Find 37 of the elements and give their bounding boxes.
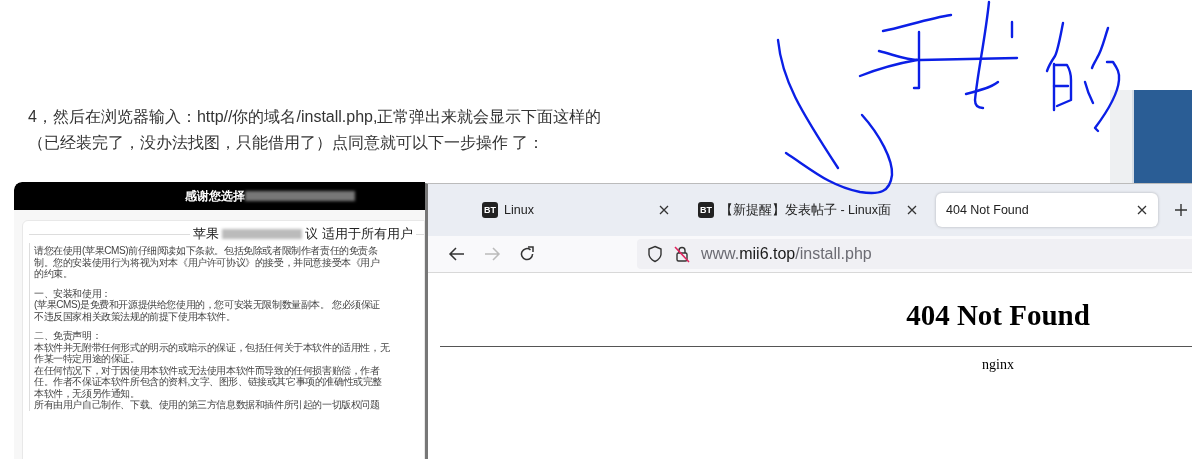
favicon-icon: BT bbox=[482, 202, 498, 218]
new-tab-icon[interactable] bbox=[1174, 203, 1188, 217]
lock-slash-icon[interactable] bbox=[673, 245, 691, 263]
license-text-line: 任。作者不保证本软件所包含的资料,文字、图形、链接或其它事项的准确性或完整 bbox=[34, 376, 382, 388]
shield-icon[interactable] bbox=[647, 245, 663, 263]
back-icon[interactable] bbox=[448, 245, 466, 263]
license-text-line: 一、安装和使用： bbox=[34, 287, 111, 299]
close-icon[interactable] bbox=[658, 204, 670, 216]
browser-tab[interactable]: BT Linux bbox=[472, 193, 680, 227]
article-paragraph: 4，然后在浏览器输入：http//你的域名/install.php,正常弹出来就会显示下面这样的 （已经装完了，没办法找图，只能借用了）点同意就可以下一步操作 了： bbox=[28, 107, 602, 153]
browser-tab[interactable]: BT 【新提醒】发表帖子 - Linux面 bbox=[688, 193, 928, 227]
license-text-line: 所有由用户自己制作、下载、使用的第三方信息数据和插件所引起的一切版权问题 bbox=[34, 399, 380, 411]
license-text-line: 二、免责声明： bbox=[34, 330, 102, 342]
page-heading: 404 Not Found bbox=[906, 299, 1090, 332]
license-text-line: 在任何情况下，对于因使用本软件或无法使用本软件而导致的任何损害赔偿，作者 bbox=[34, 364, 380, 376]
license-text-line: (苹果CMS)是免费和开源提供给您使用的，您可安装无限制数量副本。 您必须保证 bbox=[34, 299, 381, 311]
screenshot-header-title: 感谢您选择 bbox=[184, 187, 245, 205]
server-name: nginx bbox=[982, 357, 1014, 373]
url-text[interactable]: www.mii6.top/install.php bbox=[701, 245, 872, 263]
tab-title: Linux bbox=[504, 203, 535, 217]
address-bar[interactable]: www.mii6.top/install.php bbox=[637, 239, 1192, 269]
license-text-line: 不违反国家相关政策法规的前提下使用本软件。 bbox=[34, 310, 236, 322]
license-text-line: 请您在使用(苹果CMS)前仔细阅读如下条款。包括免除或者限制作者责任的免责条 bbox=[34, 245, 378, 257]
browser-tab[interactable]: 404 Not Found bbox=[936, 193, 1158, 227]
tab-title: 【新提醒】发表帖子 - Linux面 bbox=[720, 201, 892, 219]
license-title-end: 议 适用于所有用户 bbox=[305, 225, 413, 243]
license-title-start: 苹果 bbox=[193, 225, 220, 243]
favicon-icon: BT bbox=[698, 202, 714, 218]
license-text-line: 本软件并无附带任何形式的明示的或暗示的保证，包括任何关于本软件的适用性，无 bbox=[34, 341, 390, 353]
license-text-line: 作某一特定用途的保证。 bbox=[34, 353, 140, 365]
close-icon[interactable] bbox=[906, 204, 918, 216]
license-text-line: 的约束。 bbox=[34, 268, 73, 280]
reload-icon[interactable] bbox=[518, 245, 536, 263]
close-icon[interactable] bbox=[1136, 204, 1148, 216]
license-text-line: 制。您的安装使用行为将视为对本《用户许可协议》的接受，并同意接受本《用户 bbox=[34, 256, 380, 268]
license-text-line: 本软件，无须另作通知。 bbox=[34, 387, 140, 399]
tab-title: 404 Not Found bbox=[946, 203, 1030, 217]
